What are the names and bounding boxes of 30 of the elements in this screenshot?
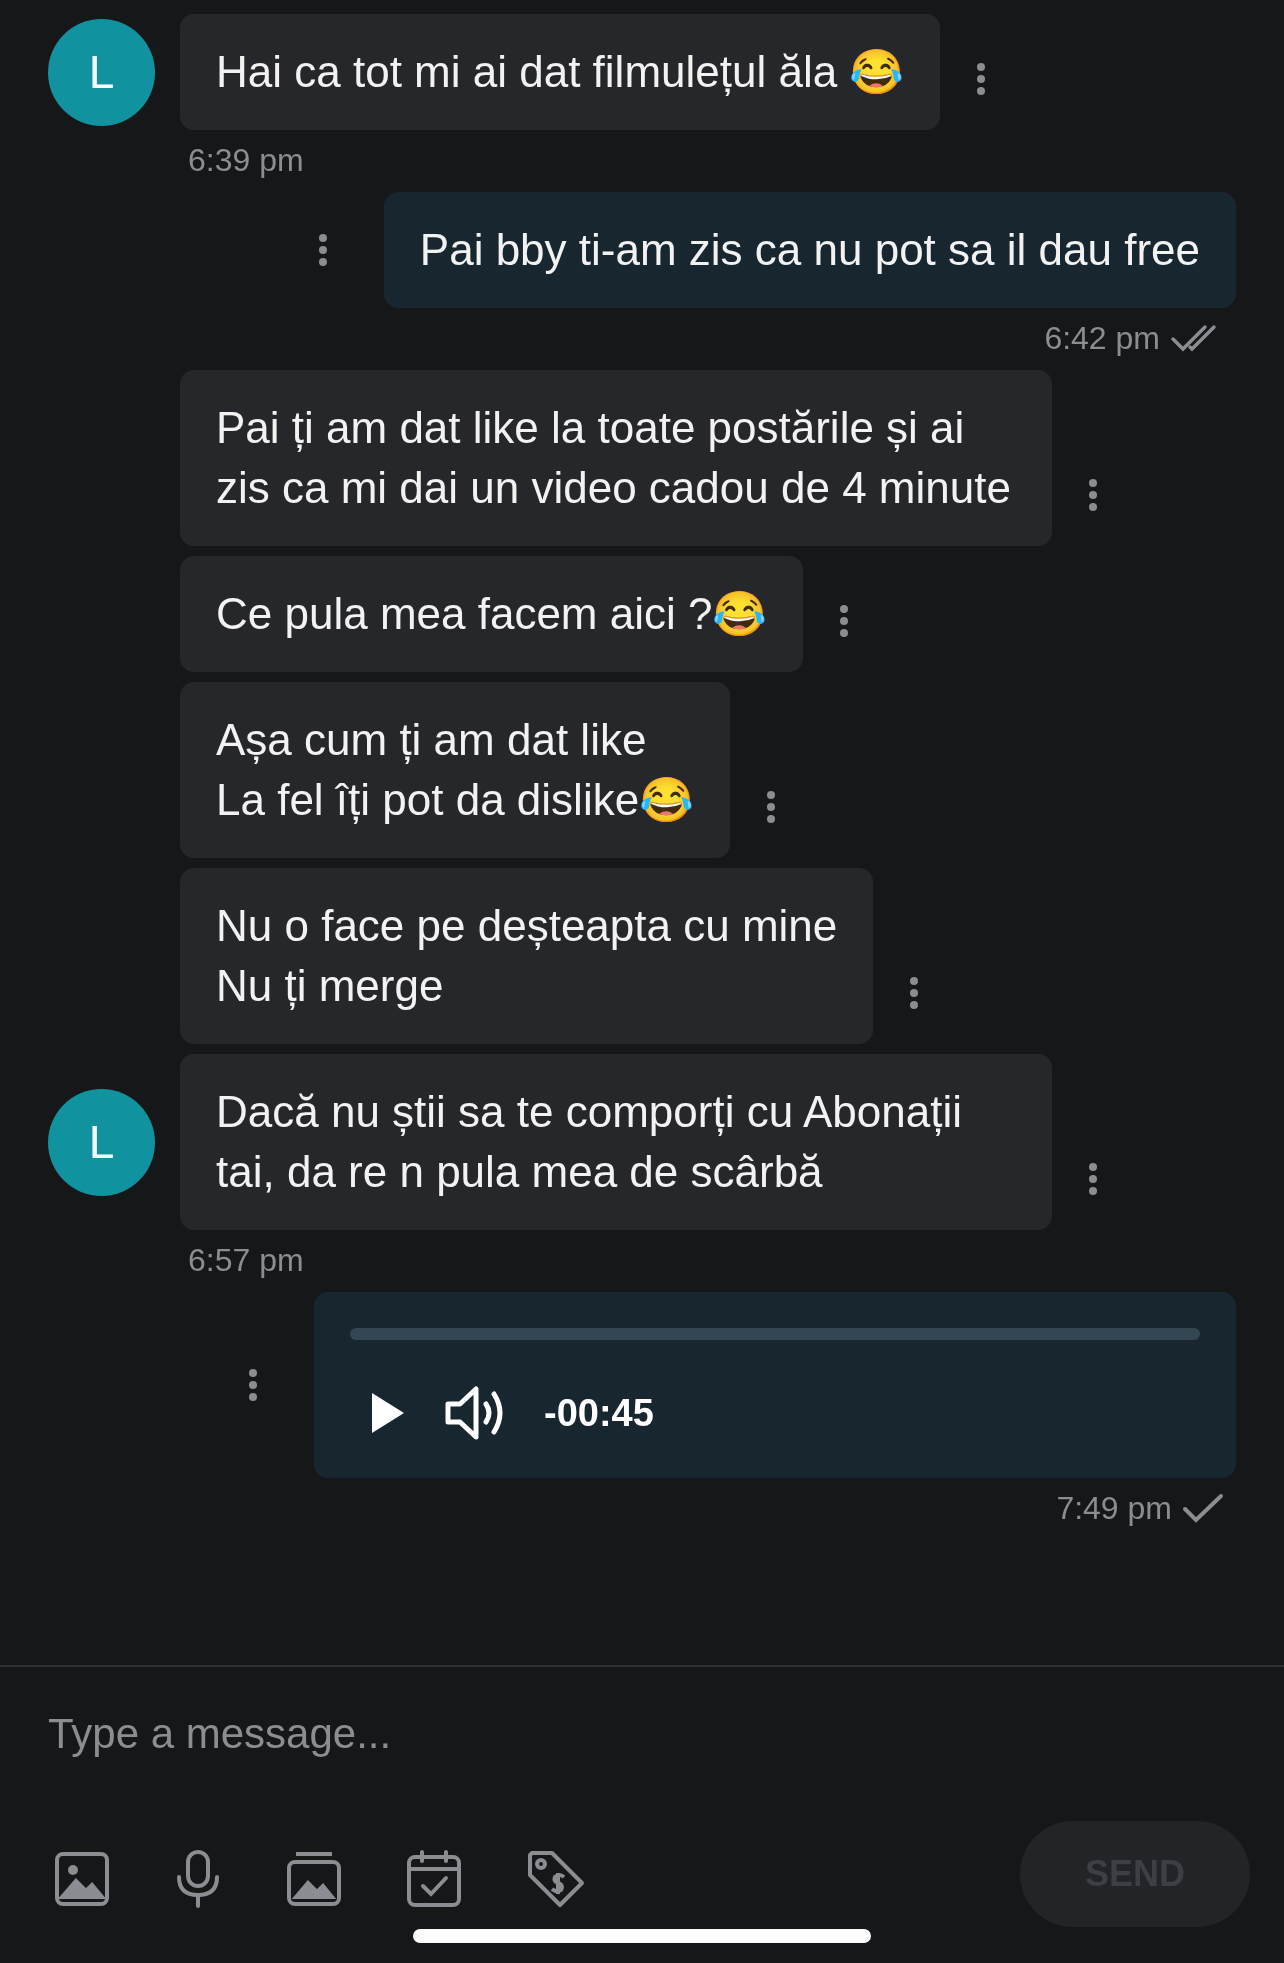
timestamp: 6:57 pm	[188, 1241, 304, 1280]
more-icon[interactable]	[248, 1368, 258, 1402]
message-bubble: Nu o face pe deșteapta cu mine Nu ți merge	[180, 868, 874, 1044]
more-icon[interactable]	[1088, 478, 1098, 512]
message-bubble: Pai bby ti-am zis ca nu pot sa il dau free	[383, 192, 1236, 308]
message-bubble: Pai ți am dat like la toate postările și ai zis ca mi dai un video cadou de 4 minute	[180, 370, 1052, 546]
more-icon[interactable]	[1088, 1162, 1098, 1196]
price-tag-icon[interactable]	[526, 1849, 586, 1909]
play-icon[interactable]	[370, 1391, 406, 1435]
avatar[interactable]: L	[48, 18, 155, 126]
more-icon[interactable]	[976, 62, 987, 96]
more-icon[interactable]	[317, 233, 328, 267]
microphone-icon[interactable]	[174, 1849, 222, 1909]
avatar[interactable]: L	[48, 1088, 155, 1196]
more-icon[interactable]	[909, 976, 920, 1010]
message-bubble: Așa cum ți am dat like La fel îți pot da dislike😂	[180, 682, 731, 858]
more-icon[interactable]	[766, 790, 777, 824]
timestamp: 6:42 pm	[1044, 319, 1160, 358]
more-icon[interactable]	[839, 604, 850, 638]
duration-text: -00:45	[544, 1391, 654, 1435]
photo-album-icon[interactable]	[286, 1851, 342, 1907]
image-icon[interactable]	[54, 1851, 110, 1907]
timestamp: 6:39 pm	[188, 141, 304, 180]
message-input[interactable]: Type a message...	[48, 1707, 948, 1761]
message-bubble: Dacă nu știi sa te comporți cu Abonații tai, da re n pula mea de scârbă	[180, 1054, 1052, 1230]
calendar-check-icon[interactable]	[406, 1849, 462, 1909]
progress-track[interactable]	[350, 1328, 1200, 1340]
message-bubble: Ce pula mea facem aici ?😂	[180, 556, 804, 672]
message-bubble: Hai ca tot mi ai dat filmulețul ăla 😂	[180, 14, 941, 130]
timestamp: 7:49 pm	[1056, 1489, 1172, 1528]
